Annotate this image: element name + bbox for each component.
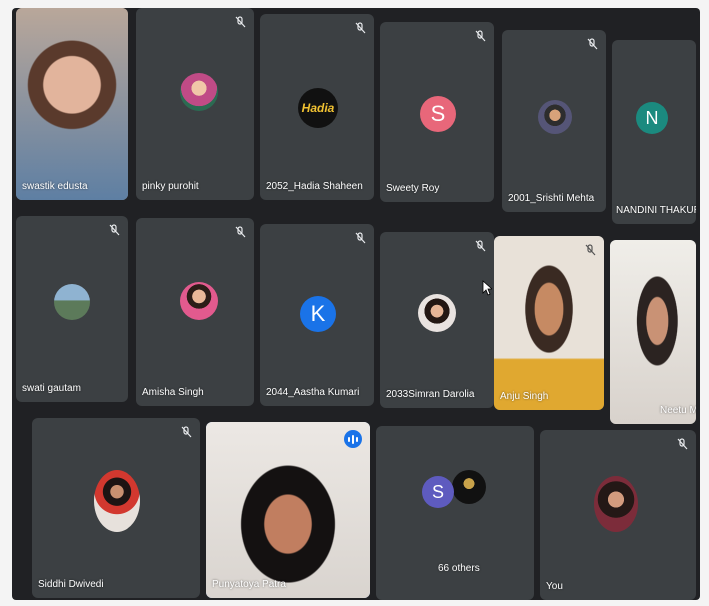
participant-name: Sweety Roy xyxy=(386,183,440,194)
audio-wave-icon xyxy=(344,430,362,448)
participant-name: 2033Simran Darolia xyxy=(386,389,475,400)
participant-tile[interactable]: 2001_Srishti Mehta xyxy=(502,30,606,212)
mic-off-icon xyxy=(180,426,192,438)
participant-video xyxy=(16,8,128,200)
participant-name: 2052_Hadia Shaheen xyxy=(266,181,363,192)
mic-off-icon xyxy=(474,30,486,42)
participant-name: swastik edusta xyxy=(22,181,88,192)
mic-off-icon xyxy=(474,240,486,252)
avatar xyxy=(54,284,90,320)
participant-tile[interactable]: N NANDINI THAKUR xyxy=(612,40,696,224)
participant-video xyxy=(494,236,604,410)
meeting-grid: swastik edusta pinky purohit Hadia 2052_… xyxy=(12,8,700,600)
participant-name: 2001_Srishti Mehta xyxy=(508,193,595,204)
avatar-initial: K xyxy=(310,301,326,326)
participant-tile[interactable]: Anju Singh xyxy=(494,236,604,410)
participant-name: You xyxy=(546,581,563,592)
participant-video xyxy=(610,240,696,424)
participant-tile[interactable]: S Sweety Roy xyxy=(380,22,494,202)
participant-name: NANDINI THAKUR xyxy=(616,205,696,216)
avatar: N xyxy=(636,102,668,134)
participant-tile[interactable]: Amisha Singh xyxy=(136,218,254,406)
avatar xyxy=(180,282,218,320)
avatar: S xyxy=(422,476,454,508)
mic-off-icon xyxy=(234,16,246,28)
participant-tile[interactable]: pinky purohit xyxy=(136,8,254,200)
participant-name: Anju Singh xyxy=(500,391,549,402)
avatar-initial: S xyxy=(430,101,446,126)
mic-off-icon xyxy=(584,244,596,256)
mouse-cursor-icon xyxy=(482,280,492,296)
participant-tile[interactable]: K 2044_Aastha Kumari xyxy=(260,224,374,406)
participant-video xyxy=(206,422,370,598)
avatar-initial: N xyxy=(645,107,659,128)
avatar xyxy=(418,294,456,332)
participant-name: Neetu Malik xyxy=(660,405,696,416)
mic-off-icon xyxy=(108,224,120,236)
avatar: K xyxy=(300,296,336,332)
participant-tile[interactable]: You xyxy=(540,430,696,600)
mic-off-icon xyxy=(354,22,366,34)
mic-off-icon xyxy=(234,226,246,238)
participant-tile[interactable]: Siddhi Dwivedi xyxy=(32,418,200,598)
participant-tile[interactable]: Punyatoya Patra xyxy=(206,422,370,598)
participant-tile[interactable]: swati gautam xyxy=(16,216,128,402)
avatar xyxy=(452,470,486,504)
participant-tile[interactable]: swastik edusta xyxy=(16,8,128,200)
avatar xyxy=(594,476,638,532)
participant-name: swati gautam xyxy=(22,383,81,394)
participant-name: 2044_Aastha Kumari xyxy=(266,387,360,398)
participant-name: Punyatoya Patra xyxy=(212,579,286,590)
avatar: S xyxy=(420,96,456,132)
avatar-initial: S xyxy=(431,481,444,502)
mic-off-icon xyxy=(676,438,688,450)
participant-tile[interactable]: Neetu Malik xyxy=(610,240,696,424)
participant-tile[interactable]: 2033Simran Darolia xyxy=(380,232,494,408)
mic-off-icon xyxy=(586,38,598,50)
mic-off-icon xyxy=(354,232,366,244)
avatar: Hadia xyxy=(298,88,338,128)
avatar xyxy=(94,470,140,532)
participant-name: 66 others xyxy=(438,563,480,574)
participant-tile[interactable]: Hadia 2052_Hadia Shaheen xyxy=(260,14,374,200)
participant-name: Siddhi Dwivedi xyxy=(38,579,104,590)
participant-tile[interactable]: S 66 others xyxy=(376,426,534,600)
participant-name: pinky purohit xyxy=(142,181,199,192)
avatar xyxy=(538,100,572,134)
avatar-text: Hadia xyxy=(301,101,335,115)
participant-name: Amisha Singh xyxy=(142,387,204,398)
avatar xyxy=(180,73,218,111)
